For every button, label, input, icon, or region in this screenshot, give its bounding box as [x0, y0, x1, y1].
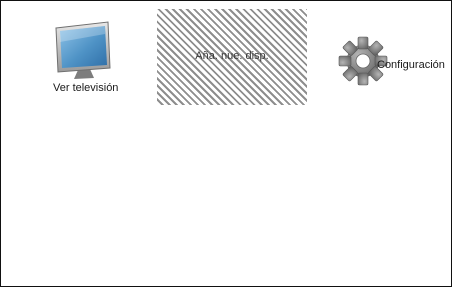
menu-item-label: Ver televisión — [53, 82, 119, 94]
menu-item-watch-tv[interactable]: Ver televisión — [31, 9, 141, 105]
menu-item-add-new-device[interactable]: Aña. nue. disp. — [157, 9, 307, 105]
home-menu-screen: Ver televisión Aña. nue. disp. Configura… — [0, 0, 452, 287]
menu-item-label: Configuración — [377, 59, 445, 71]
menu-item-settings[interactable]: Configuración — [321, 9, 451, 105]
menu-item-label: Aña. nue. disp. — [195, 50, 269, 62]
tv-icon — [55, 21, 111, 79]
